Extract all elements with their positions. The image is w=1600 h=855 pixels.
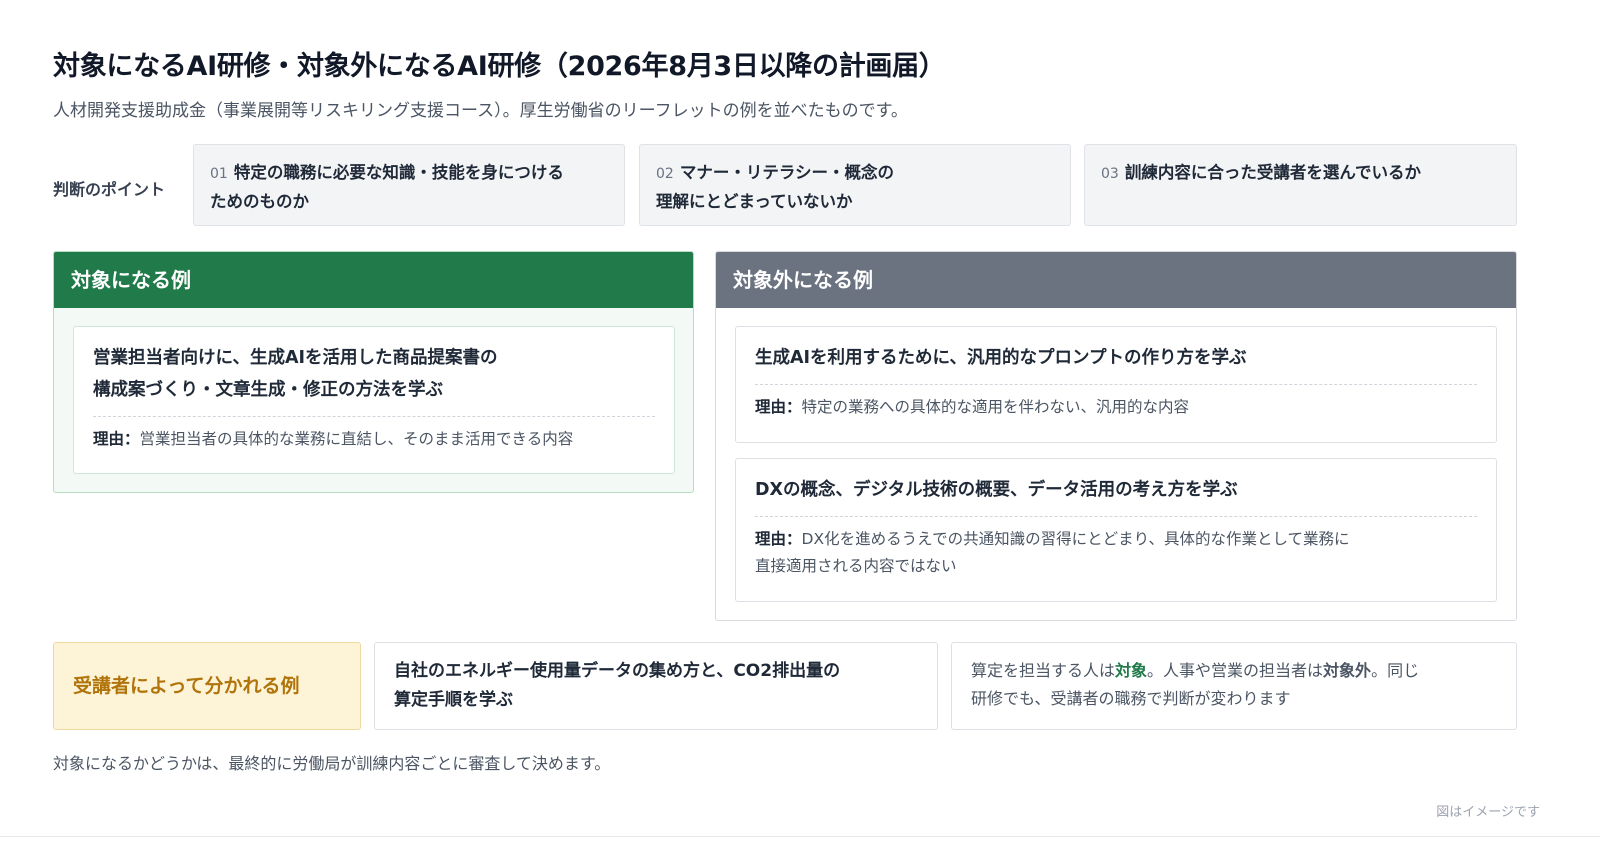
example-line2: 算定手順を学ぶ [394,690,513,710]
example-reason: 理由：営業担当者の具体的な業務に直結し、そのまま活用できる内容 [93,426,655,453]
judgment-points-label: 判断のポイント [53,180,166,199]
ineligible-example-card: DXの概念、デジタル技術の概要、データ活用の考え方を学ぶ 理由：DX化を進めるう… [735,458,1497,602]
eligible-panel: 対象になる例 営業担当者向けに、生成AIを活用した商品提案書の 構成案づくり・文… [53,251,694,493]
card-divider [755,516,1477,517]
reason-text: DX化を進めるうえでの共通知識の習得にとどまり、具体的な作業として業務に [801,530,1350,548]
point-03: 03 訓練内容に合った受講者を選んでいるか [1084,144,1517,226]
footnote: 対象になるかどうかは、最終的に労働局が訓練内容ごとに審査して決めます。 [53,754,611,773]
participant-dependent-row: 受講者によって分かれる例 自社のエネルギー使用量データの集め方と、CO2排出量の… [53,642,1517,730]
reason-label: 理由： [755,398,802,416]
participant-dependent-example: 自社のエネルギー使用量データの集め方と、CO2排出量の 算定手順を学ぶ [374,642,938,730]
card-divider [93,416,655,417]
page-title: 対象になるAI研修・対象外になるAI研修（2026年8月3日以降の計画届） [53,51,946,82]
participant-dependent-note: 算定を担当する人は対象。人事や営業の担当者は対象外。同じ 研修でも、受講者の職務… [951,642,1517,730]
example-title-line1: 生成AIを利用するために、汎用的なプロンプトの作り方を学ぶ [755,348,1247,368]
example-reason: 理由：特定の業務への具体的な適用を伴わない、汎用的な内容 [755,394,1477,421]
eligible-panel-heading: 対象になる例 [54,252,693,308]
ineligible-panel-heading: 対象外になる例 [716,252,1516,308]
note-part1: 算定を担当する人は [971,661,1116,680]
note-line2: 研修でも、受講者の職務で判断が変わります [971,689,1291,708]
reason-text: 営業担当者の具体的な業務に直結し、そのまま活用できる内容 [139,430,574,448]
point-number: 02 [656,166,674,182]
example-reason: 理由：DX化を進めるうえでの共通知識の習得にとどまり、具体的な作業として業務に … [755,526,1477,580]
point-text-line2: 理解にとどまっていないか [656,192,853,211]
bottom-divider [0,836,1600,837]
example-title-line2: 構成案づくり・文章生成・修正の方法を学ぶ [93,380,443,400]
point-text-line1: 特定の職務に必要な知識・技能を身につける [233,163,564,182]
note-part3: 。同じ [1371,661,1420,680]
target-highlight: 対象 [1115,661,1148,680]
point-text-line2: ためのものか [210,192,309,211]
point-text-line1: 訓練内容に合った受講者を選んでいるか [1124,163,1422,182]
participant-dependent-label: 受講者によって分かれる例 [53,642,361,730]
example-title-line1: 営業担当者向けに、生成AIを活用した商品提案書の [93,348,498,368]
point-number: 03 [1101,166,1119,182]
reason-label: 理由： [93,430,140,448]
reason-text: 特定の業務への具体的な適用を伴わない、汎用的な内容 [801,398,1190,416]
page-subtitle: 人材開発支援助成金（事業展開等リスキリング支援コース）。厚生労働省のリーフレット… [53,101,908,121]
note-part2: 。人事や営業の担当者は [1147,661,1324,680]
point-01: 01 特定の職務に必要な知識・技能を身につける ためのものか [193,144,625,226]
judgment-points: 判断のポイント 01 特定の職務に必要な知識・技能を身につける ためのものか 02… [53,144,1517,228]
excluded-highlight: 対象外 [1323,661,1372,680]
image-disclaimer: 図はイメージです [1436,805,1540,820]
example-line1: 自社のエネルギー使用量データの集め方と、CO2排出量の [394,661,841,681]
ineligible-panel: 対象外になる例 生成AIを利用するために、汎用的なプロンプトの作り方を学ぶ 理由… [715,251,1517,621]
point-number: 01 [210,166,228,182]
point-text-line1: マナー・リテラシー・概念の [679,163,894,182]
example-title-line1: DXの概念、デジタル技術の概要、データ活用の考え方を学ぶ [755,480,1238,500]
card-divider [755,384,1477,385]
ineligible-example-card: 生成AIを利用するために、汎用的なプロンプトの作り方を学ぶ 理由：特定の業務への… [735,326,1497,443]
reason-text-line2: 直接適用される内容ではない [755,557,957,575]
reason-label: 理由： [755,530,802,548]
eligible-example-card: 営業担当者向けに、生成AIを活用した商品提案書の 構成案づくり・文章生成・修正の… [73,326,675,474]
point-02: 02 マナー・リテラシー・概念の 理解にとどまっていないか [639,144,1071,226]
